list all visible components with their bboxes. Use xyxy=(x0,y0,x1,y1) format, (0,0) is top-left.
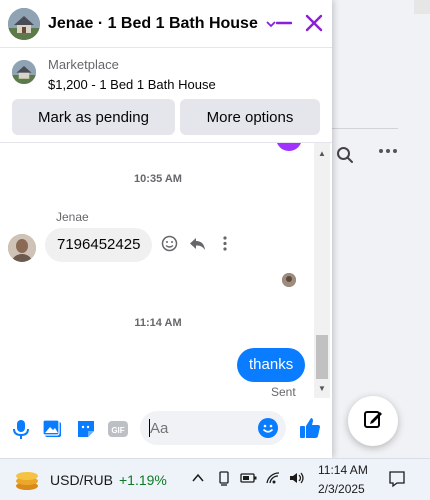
outgoing-message[interactable]: thanks xyxy=(237,348,306,382)
more-actions-icon[interactable] xyxy=(222,235,228,257)
ticker-change: +1.19% xyxy=(119,472,167,488)
emoji-icon[interactable] xyxy=(258,418,278,438)
page-scrollbar[interactable] xyxy=(414,0,430,14)
message-input[interactable] xyxy=(140,411,260,445)
compose-icon xyxy=(362,408,384,435)
search-icon[interactable] xyxy=(336,146,354,169)
timestamp: 11:14 AM xyxy=(134,317,182,329)
listing-source: Marketplace xyxy=(48,57,119,72)
composer: GIF xyxy=(0,398,332,458)
clock-time[interactable]: 11:14 AM xyxy=(318,463,368,477)
battery-icon[interactable] xyxy=(240,471,258,488)
emoji-react-icon[interactable] xyxy=(161,235,178,257)
sender-avatar[interactable] xyxy=(8,234,36,262)
previous-message-bubble xyxy=(276,143,302,151)
clock-date[interactable]: 2/3/2025 xyxy=(318,482,365,496)
avatar[interactable] xyxy=(8,7,40,40)
chat-header: Jenae · 1 Bed 1 Bath House xyxy=(0,0,332,48)
reply-icon[interactable] xyxy=(189,235,206,257)
close-icon[interactable] xyxy=(305,12,323,39)
chevron-down-icon[interactable] xyxy=(266,16,276,31)
listing-thumbnail[interactable] xyxy=(12,60,36,84)
taskbar: USD/RUB +1.19% 11:14 AM 2/3/2025 xyxy=(0,458,430,500)
sender-name: Jenae xyxy=(56,210,89,224)
chevron-up-icon[interactable] xyxy=(191,471,205,488)
notification-icon[interactable] xyxy=(388,470,406,491)
ticker-label[interactable]: USD/RUB xyxy=(50,472,113,488)
chat-window: Jenae · 1 Bed 1 Bath House Marketplace $… xyxy=(0,0,332,458)
text-caret xyxy=(149,419,150,437)
chat-title[interactable]: Jenae · 1 Bed 1 Bath House xyxy=(48,15,258,33)
compose-button[interactable] xyxy=(348,396,398,446)
divider xyxy=(332,128,398,129)
message-scrollbar[interactable]: ▲ ▼ xyxy=(314,143,330,398)
microphone-icon[interactable] xyxy=(10,418,32,440)
gif-icon[interactable]: GIF xyxy=(107,418,129,440)
more-options-button[interactable]: More options xyxy=(180,99,320,135)
message-list: 10:35 AM Jenae 7196452425 11:14 AM thank… xyxy=(0,143,332,398)
scroll-thumb[interactable] xyxy=(316,335,328,379)
timestamp: 10:35 AM xyxy=(134,173,182,185)
minimize-icon[interactable] xyxy=(275,12,293,39)
photo-icon[interactable] xyxy=(42,418,64,440)
thumbs-up-icon[interactable] xyxy=(298,416,320,438)
scroll-down-icon[interactable]: ▼ xyxy=(318,384,326,393)
listing-title[interactable]: $1,200 - 1 Bed 1 Bath House xyxy=(48,77,216,92)
read-receipt-avatar xyxy=(282,273,296,287)
message-status: Sent xyxy=(271,385,296,398)
gif-label: GIF xyxy=(111,426,124,435)
incoming-message[interactable]: 7196452425 xyxy=(45,228,153,262)
sticker-icon[interactable] xyxy=(75,418,97,440)
stock-ticker-icon[interactable] xyxy=(14,469,40,491)
volume-icon[interactable] xyxy=(289,471,305,488)
mark-pending-button[interactable]: Mark as pending xyxy=(12,99,175,135)
wifi-icon[interactable] xyxy=(265,471,281,488)
message-input-container[interactable] xyxy=(140,411,286,445)
listing-card: Marketplace $1,200 - 1 Bed 1 Bath House … xyxy=(0,48,332,143)
more-icon[interactable] xyxy=(378,142,398,165)
scroll-up-icon[interactable]: ▲ xyxy=(318,149,326,158)
background-panel xyxy=(332,0,430,458)
device-icon[interactable] xyxy=(217,471,231,490)
